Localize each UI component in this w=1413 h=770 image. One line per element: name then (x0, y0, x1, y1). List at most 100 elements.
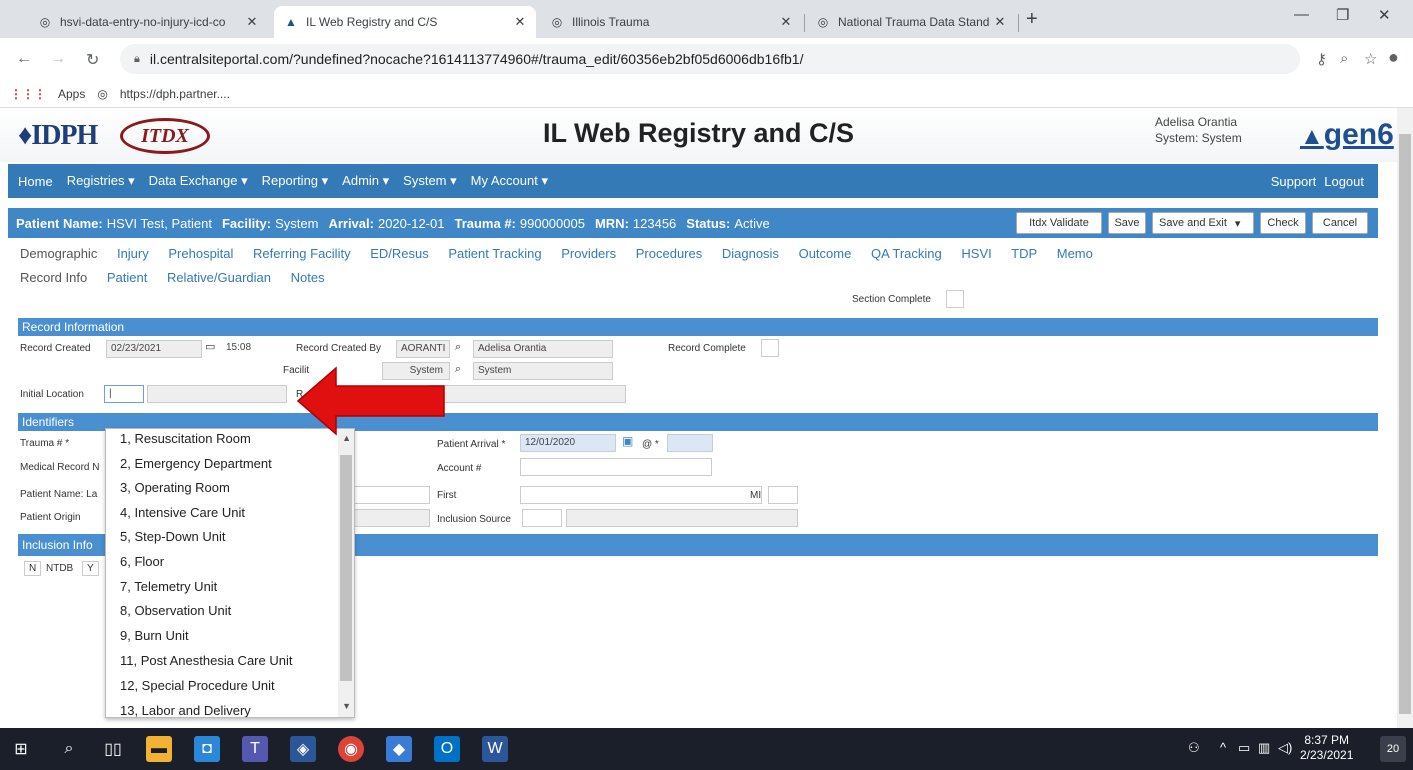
tab-patient-tracking[interactable]: Patient Tracking (448, 246, 541, 261)
windows-start-icon[interactable]: ⊞ (8, 736, 34, 762)
nav-support[interactable]: Support (1271, 174, 1317, 189)
first-name-input[interactable] (520, 486, 762, 504)
dropdown-option[interactable]: 4, Intensive Care Unit (120, 505, 245, 520)
check-button[interactable]: Check (1260, 212, 1306, 234)
nav-system[interactable]: System ▾ (403, 173, 456, 189)
tab-patient[interactable]: Patient (107, 270, 147, 285)
key-icon[interactable]: ⚷ (1316, 50, 1327, 68)
profile-icon[interactable]: ● (1388, 47, 1399, 68)
calendar-icon[interactable]: ▣ (622, 434, 633, 448)
browser-tab-4[interactable]: ◎ National Trauma Data Standard ✕ (806, 6, 1016, 38)
chrome-icon[interactable]: ◉ (338, 736, 364, 762)
scroll-down-icon[interactable]: ▼ (342, 701, 351, 711)
nav-data-exchange[interactable]: Data Exchange ▾ (149, 173, 248, 189)
record-created-by-id[interactable]: AORANTI (396, 340, 450, 358)
app-icon[interactable]: ◆ (386, 736, 412, 762)
search-icon[interactable]: ⌕ (455, 363, 461, 376)
tab-memo[interactable]: Memo (1057, 246, 1093, 261)
record-created-date[interactable]: 02/23/2021 (106, 340, 202, 358)
tab-providers[interactable]: Providers (561, 246, 616, 261)
bookmark-apps[interactable]: Apps (58, 87, 85, 101)
new-tab-button[interactable]: + (1026, 8, 1038, 31)
tab-hsvi[interactable]: HSVI (961, 246, 991, 261)
itdx-validate-button[interactable]: Itdx Validate (1016, 212, 1102, 234)
dropdown-option[interactable]: 2, Emergency Department (120, 456, 272, 471)
close-icon[interactable]: ✕ (242, 14, 262, 30)
tab-injury[interactable]: Injury (117, 246, 149, 261)
tab-diagnosis[interactable]: Diagnosis (722, 246, 779, 261)
search-icon[interactable]: ⌕ (56, 736, 82, 762)
zoom-icon[interactable]: ⌕ (1340, 50, 1348, 67)
file-explorer-icon[interactable]: ▬ (146, 736, 172, 762)
initial-location-input[interactable]: | (104, 385, 144, 403)
tab-qa-tracking[interactable]: QA Tracking (871, 246, 942, 261)
section-complete-checkbox[interactable] (946, 290, 964, 308)
tab-tdp[interactable]: TDP (1011, 246, 1037, 261)
network-icon[interactable]: ▥ (1258, 740, 1270, 756)
inclusion-n-option[interactable]: N (24, 561, 42, 576)
dropdown-scroll-thumb[interactable] (340, 455, 352, 681)
browser-tab-1[interactable]: ◎ hsvi-data-entry-no-injury-icd-co ✕ (28, 6, 268, 38)
maximize-icon[interactable]: ❐ (1336, 6, 1349, 24)
cancel-button[interactable]: Cancel (1312, 212, 1368, 234)
nav-registries[interactable]: Registries ▾ (67, 173, 135, 189)
save-button[interactable]: Save (1108, 212, 1146, 234)
initial-location-dropdown[interactable]: 1, Resuscitation Room 2, Emergency Depar… (105, 428, 355, 718)
chevron-up-icon[interactable]: ^ (1220, 740, 1226, 755)
patient-arrival-date[interactable]: 12/01/2020 (520, 434, 616, 452)
tab-relative-guardian[interactable]: Relative/Guardian (167, 270, 271, 285)
tab-demographic[interactable]: Demographic (20, 246, 97, 261)
search-icon[interactable]: ⌕ (455, 341, 461, 354)
nav-admin[interactable]: Admin ▾ (342, 173, 389, 189)
word-icon[interactable]: W (482, 736, 508, 762)
dropdown-option[interactable]: 6, Floor (120, 554, 164, 569)
volume-icon[interactable]: ◁) (1278, 740, 1292, 756)
store-icon[interactable]: ◘ (194, 736, 220, 762)
dropdown-option[interactable]: 9, Burn Unit (120, 628, 189, 643)
back-arrow-icon[interactable]: ← (16, 50, 32, 68)
tab-procedures[interactable]: Procedures (636, 246, 702, 261)
page-scrollbar[interactable] (1397, 108, 1413, 728)
nav-reporting[interactable]: Reporting ▾ (262, 173, 329, 189)
middle-initial-input[interactable] (768, 486, 798, 504)
browser-tab-2[interactable]: ▲ IL Web Registry and C/S ✕ (274, 6, 536, 38)
outlook-icon[interactable]: O (434, 736, 460, 762)
nav-home[interactable]: Home (18, 174, 53, 189)
nav-logout[interactable]: Logout (1324, 174, 1364, 189)
tab-notes[interactable]: Notes (291, 270, 325, 285)
dropdown-scrollbar[interactable]: ▲ ▼ (338, 429, 354, 717)
tab-record-info[interactable]: Record Info (20, 270, 87, 285)
inclusion-source-input[interactable] (522, 509, 562, 527)
dropdown-option[interactable]: 3, Operating Room (120, 480, 230, 495)
dropdown-option[interactable]: 8, Observation Unit (120, 603, 231, 618)
teams-icon[interactable]: T (242, 736, 268, 762)
app-icon[interactable]: ◈ (290, 736, 316, 762)
dropdown-option[interactable]: 1, Resuscitation Room (120, 431, 251, 446)
tab-referring-facility[interactable]: Referring Facility (253, 246, 351, 261)
tab-outcome[interactable]: Outcome (799, 246, 852, 261)
people-icon[interactable]: ⚇ (1188, 740, 1200, 756)
close-icon[interactable]: ✕ (990, 14, 1010, 30)
dropdown-option[interactable]: 12, Special Procedure Unit (120, 678, 275, 693)
dropdown-option[interactable]: 11, Post Anesthesia Care Unit (120, 653, 292, 668)
address-bar[interactable]: 🔒︎ il.centralsiteportal.com/?undefined?n… (120, 44, 1300, 74)
record-created-time[interactable]: 15:08 (222, 340, 270, 358)
reload-icon[interactable]: ↻ (86, 50, 99, 70)
tab-ed-resus[interactable]: ED/Resus (370, 246, 429, 261)
nav-my-account[interactable]: My Account ▾ (471, 173, 548, 189)
window-close-icon[interactable]: ✕ (1378, 6, 1391, 24)
dropdown-option[interactable]: 13, Labor and Delivery (120, 703, 251, 717)
bookmark-dph[interactable]: https://dph.partner.... (120, 87, 230, 101)
page-scroll-thumb[interactable] (1399, 134, 1411, 714)
forward-arrow-icon[interactable]: → (50, 50, 66, 68)
browser-tab-3[interactable]: ◎ Illinois Trauma ✕ (540, 6, 802, 38)
notifications-icon[interactable]: 20 (1380, 736, 1406, 762)
dropdown-option[interactable]: 5, Step-Down Unit (120, 529, 226, 544)
clock[interactable]: 8:37 PM 2/23/2021 (1300, 733, 1353, 763)
close-icon[interactable]: ✕ (776, 14, 796, 30)
arrival-time-input[interactable] (667, 434, 713, 452)
save-and-exit-button[interactable]: Save and Exit ▾ (1152, 212, 1254, 234)
account-number-input[interactable] (520, 458, 712, 476)
minimize-icon[interactable]: — (1294, 6, 1309, 23)
tab-prehospital[interactable]: Prehospital (168, 246, 233, 261)
